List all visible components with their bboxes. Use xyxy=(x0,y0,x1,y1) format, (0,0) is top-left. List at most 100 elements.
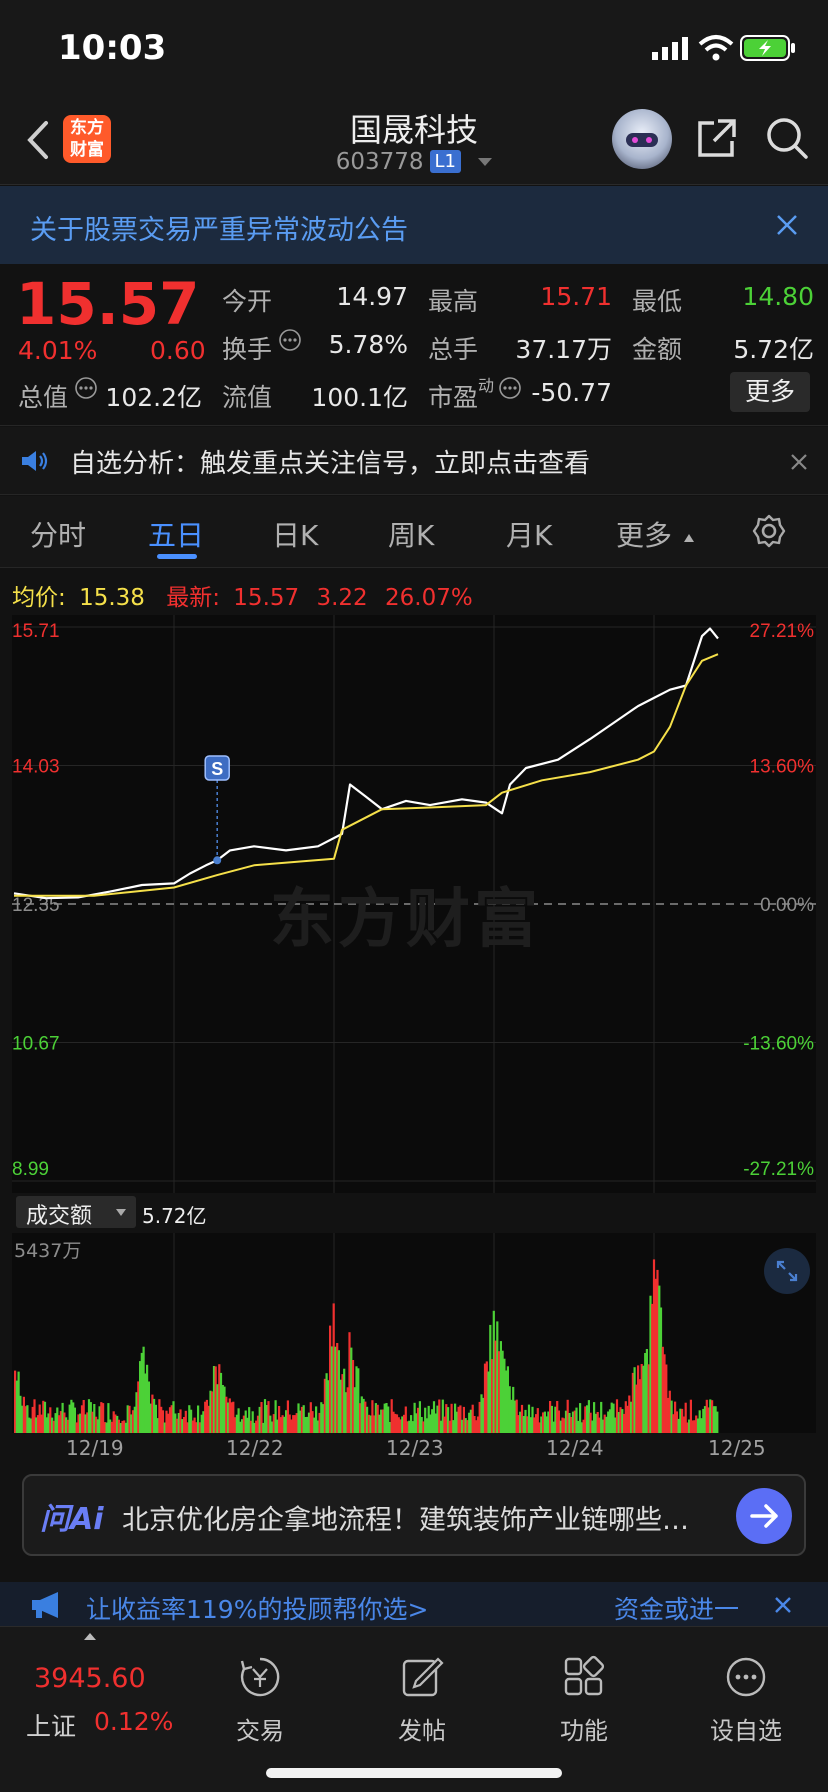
more-button[interactable]: 更多 xyxy=(730,372,810,412)
signal-icon xyxy=(652,37,688,60)
volume-bar xyxy=(716,1411,719,1433)
announcement-banner[interactable]: 关于股票交易严重异常波动公告 xyxy=(0,186,828,264)
volume-max-label: 5437万 xyxy=(14,1240,82,1262)
megaphone-icon xyxy=(32,1592,58,1618)
y-axis-left-label: 14.03 xyxy=(12,757,60,778)
y-axis-left-label: 10.67 xyxy=(12,1034,60,1055)
amount-label: 金额 xyxy=(632,335,683,364)
post-icon[interactable] xyxy=(362,1655,482,1703)
caret-icon xyxy=(684,534,694,542)
amount-value: 5.72亿 xyxy=(733,335,814,364)
ai-assistant-bar[interactable]: 问Ai 北京优化房企拿地流程！建筑装饰产业链哪些… xyxy=(22,1474,806,1556)
high-label: 最高 xyxy=(428,287,479,316)
tab-weekly-k[interactable]: 周K xyxy=(388,514,434,554)
battery-icon xyxy=(740,35,795,61)
low-label: 最低 xyxy=(632,287,683,316)
speaker-icon xyxy=(22,451,48,471)
nav-trade[interactable]: 交易 xyxy=(200,1711,320,1746)
open-value: 14.97 xyxy=(336,282,408,311)
share-icon[interactable] xyxy=(694,117,738,161)
ai-logo: 问Ai xyxy=(40,1502,104,1537)
expand-button[interactable] xyxy=(764,1248,810,1294)
x-date-label: 12/25 xyxy=(708,1436,766,1460)
index-name[interactable]: 上证 xyxy=(26,1707,76,1743)
y-axis-right-label: -13.60% xyxy=(743,1034,814,1055)
promo-text[interactable]: 让收益率119%的投顾帮你选> xyxy=(86,1590,428,1626)
latest-value: 15.57 xyxy=(233,585,300,611)
close-icon[interactable] xyxy=(790,453,808,471)
expand-icon xyxy=(776,1260,798,1282)
change-percent: 4.01% xyxy=(18,336,98,365)
current-price: 15.57 xyxy=(16,270,200,338)
pe-dynamic-sup: 动 xyxy=(478,376,495,395)
volume-chart[interactable] xyxy=(12,1233,816,1433)
promo-ticker-text[interactable]: 资金或进一 xyxy=(614,1590,754,1626)
announcement-text[interactable]: 关于股票交易严重异常波动公告 xyxy=(30,208,408,247)
tab-monthly-k[interactable]: 月K xyxy=(506,514,552,554)
quote-panel: 15.57 4.01% 0.60 今开 14.97 最高 15.71 最低 14… xyxy=(0,264,828,426)
promo-banner[interactable]: 让收益率119%的投顾帮你选> 资金或进一 xyxy=(0,1582,828,1626)
high-value: 15.71 xyxy=(540,282,612,311)
analysis-banner[interactable]: 自选分析：触发重点关注信号，立即点击查看 xyxy=(0,427,828,495)
robot-avatar-icon[interactable] xyxy=(612,109,672,169)
x-date-label: 12/24 xyxy=(546,1436,604,1460)
chart-tabs: 分时 五日 日K 周K 月K 更多 xyxy=(0,496,828,568)
turnover-value: 5.78% xyxy=(328,330,408,359)
nav-function[interactable]: 功能 xyxy=(524,1711,644,1746)
latest-price-line xyxy=(13,627,719,900)
nav-post[interactable]: 发帖 xyxy=(362,1711,482,1746)
volume-amount: 5.72亿 xyxy=(142,1204,207,1228)
chevron-down-icon xyxy=(116,1209,126,1216)
y-axis-left-label: 15.71 xyxy=(12,621,60,642)
low-value: 14.80 xyxy=(742,282,814,311)
analysis-text[interactable]: 自选分析：触发重点关注信号，立即点击查看 xyxy=(70,443,590,480)
volume-selector-label: 成交额 xyxy=(26,1204,93,1229)
x-date-label: 12/23 xyxy=(386,1436,444,1460)
close-icon[interactable] xyxy=(776,214,798,236)
x-date-label: 12/19 xyxy=(66,1436,124,1460)
volume-selector[interactable]: 成交额 xyxy=(16,1196,136,1229)
tab-more[interactable]: 更多 xyxy=(616,514,672,554)
function-icon[interactable] xyxy=(524,1655,644,1703)
home-indicator xyxy=(266,1768,562,1778)
info-dots-icon[interactable] xyxy=(278,328,302,352)
change-amount: 0.60 xyxy=(150,336,206,365)
mkt-cap-label: 总值 xyxy=(18,383,69,412)
level-badge: L1 xyxy=(429,150,461,173)
ai-prompt-text[interactable]: 北京优化房企拿地流程！建筑装饰产业链哪些… xyxy=(122,1498,732,1537)
nav-add-favorite[interactable]: 设自选 xyxy=(686,1711,806,1746)
y-axis-right-label: 27.21% xyxy=(750,621,815,642)
tab-five-day[interactable]: 五日 xyxy=(148,514,204,554)
ai-go-button[interactable] xyxy=(736,1488,792,1544)
trade-icon[interactable] xyxy=(200,1655,320,1703)
close-icon[interactable] xyxy=(774,1596,792,1614)
avg-price-line xyxy=(14,653,719,897)
stock-code: 603778 xyxy=(335,149,424,175)
pe-label: 市盈 xyxy=(428,383,479,412)
search-icon[interactable] xyxy=(764,115,810,161)
y-axis-right-label: 13.60% xyxy=(750,757,815,778)
readout-change-pct: 26.07% xyxy=(385,585,473,611)
tab-daily-k[interactable]: 日K xyxy=(272,514,318,554)
wifi-icon xyxy=(698,35,734,61)
info-dots-icon[interactable] xyxy=(498,376,522,400)
active-tab-indicator xyxy=(157,554,197,559)
status-bar: 10:03 xyxy=(0,0,828,95)
pe-value: -50.77 xyxy=(531,378,612,407)
volume-value: 37.17万 xyxy=(515,335,612,364)
volume-label: 总手 xyxy=(428,335,479,364)
signal-marker-dot xyxy=(213,856,222,865)
float-cap-value: 100.1亿 xyxy=(311,383,408,412)
chevron-down-icon xyxy=(478,158,493,166)
tab-intraday[interactable]: 分时 xyxy=(30,514,86,554)
y-axis-right-label: 0.00% xyxy=(760,895,814,916)
price-readout: 均价: 15.38 最新: 15.57 3.22 26.07% xyxy=(12,578,473,612)
add-favorite-icon[interactable] xyxy=(686,1655,806,1703)
index-value[interactable]: 3945.60 xyxy=(34,1663,146,1694)
turnover-label: 换手 xyxy=(222,335,273,364)
signal-marker-label: S xyxy=(211,759,223,779)
nav-bar: 东方财富 国晟科技 603778 L1 xyxy=(0,95,828,185)
info-dots-icon[interactable] xyxy=(74,376,98,400)
index-change[interactable]: 0.12% xyxy=(94,1707,173,1736)
gear-icon[interactable] xyxy=(752,514,786,548)
